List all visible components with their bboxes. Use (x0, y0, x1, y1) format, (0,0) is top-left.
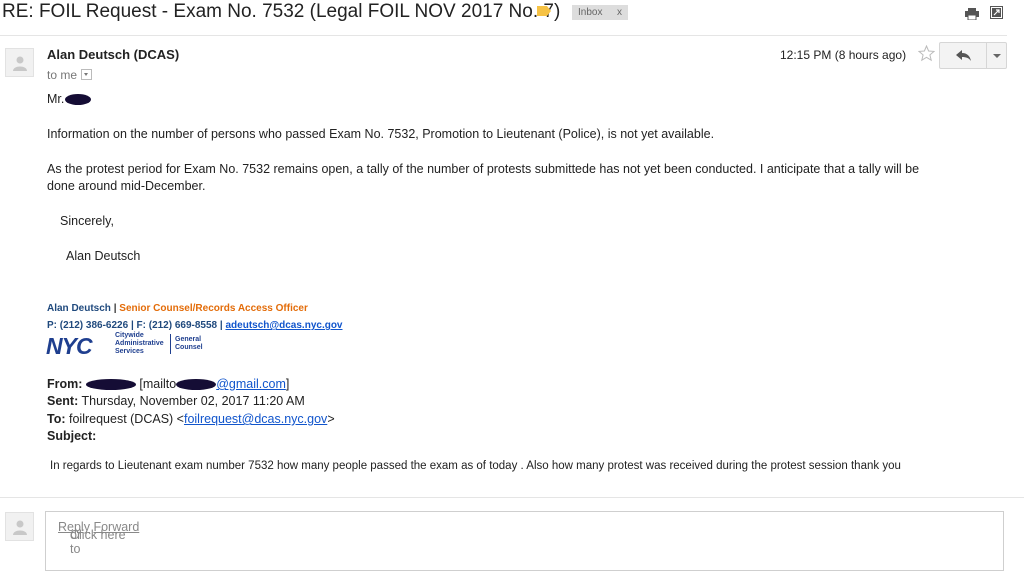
signature-phones: P: (212) 386-6226 | F: (212) 669-8558 | (47, 320, 223, 331)
to-label: To: (47, 412, 66, 426)
signature-email-link[interactable]: adeutsch@dcas.nyc.gov (225, 320, 342, 331)
logo-agency-line-3: Services (115, 348, 144, 355)
message-time: 12:15 PM (8 hours ago) (780, 48, 907, 62)
reply-box[interactable]: Click here to Reply or Forward (45, 511, 1004, 571)
logo-agency-line-1: Citywide (115, 332, 144, 339)
sender-avatar[interactable] (5, 48, 34, 77)
star-icon[interactable] (918, 45, 935, 62)
subject-bar: RE: FOIL Request - Exam No. 7532 (Legal … (0, 0, 1024, 34)
reply-button[interactable] (939, 42, 987, 69)
sent-value: Thursday, November 02, 2017 11:20 AM (81, 394, 305, 408)
sender-name[interactable]: Alan Deutsch (DCAS) (47, 47, 179, 62)
recipient-text: to me (47, 68, 78, 82)
signature-name-line: Alan Deutsch | Senior Counsel/Records Ac… (47, 303, 308, 314)
greeting-text: Mr. (47, 92, 65, 106)
logo-agency-line-2: Administrative (115, 340, 164, 347)
to-suffix: > (327, 412, 335, 426)
remove-label-button[interactable]: x (617, 5, 622, 20)
thread-subject: RE: FOIL Request - Exam No. 7532 (Legal … (2, 1, 561, 22)
quoted-from-line: From: [mailto @gmail.com] (47, 377, 289, 391)
quoted-sent-line: Sent: Thursday, November 02, 2017 11:20 … (47, 394, 305, 408)
print-icon[interactable] (965, 8, 979, 20)
reply-divider (0, 497, 1024, 498)
sender-email-link[interactable]: @gmail.com (216, 377, 286, 391)
recipient-details[interactable]: to me (47, 68, 93, 82)
paragraph-1: Information on the number of persons who… (47, 127, 715, 141)
quoted-subject-line: Subject: (47, 429, 96, 443)
mailto-suffix: ] (285, 377, 290, 391)
logo-divider (170, 334, 171, 354)
logo-agency-name: Citywide Administrative Services (115, 332, 164, 356)
subject-label: Subject: (47, 429, 97, 443)
important-label-icon[interactable] (537, 6, 551, 16)
paragraph-2-line-1: As the protest period for Exam No. 7532 … (47, 162, 920, 176)
show-details-icon[interactable] (81, 69, 93, 81)
logo-office-line-1: General (175, 336, 202, 343)
header-divider (0, 35, 1007, 36)
redaction-mark (65, 94, 92, 106)
signature-separator: | (113, 303, 117, 314)
signoff-name: Alan Deutsch (66, 249, 141, 263)
from-label: From: (47, 377, 83, 391)
closing-text: Sincerely, (60, 214, 114, 228)
signature-title: Senior Counsel/Records Access Officer (119, 303, 308, 314)
logo-office-line-2: Counsel (175, 344, 203, 351)
my-avatar (5, 512, 34, 541)
person-icon (13, 56, 27, 71)
reply-prompt: Click here to Reply or Forward (58, 520, 139, 556)
inbox-label-chip[interactable]: Inbox x (572, 5, 628, 20)
person-icon (13, 520, 27, 535)
signature-name: Alan Deutsch (47, 303, 111, 314)
redaction-mark (176, 379, 217, 391)
logo-office-name: General Counsel (175, 336, 203, 352)
to-value: foilrequest (DCAS) < (69, 412, 184, 426)
more-options-button[interactable] (986, 42, 1007, 69)
quoted-message-body: In regards to Lieutenant exam number 753… (50, 460, 901, 472)
reply-arrow-icon (956, 50, 971, 61)
sent-label: Sent: (47, 394, 79, 408)
inbox-label-text: Inbox (578, 7, 603, 18)
reply-prompt-or: or (70, 528, 82, 542)
quoted-to-line: To: foilrequest (DCAS) <foilrequest@dcas… (47, 412, 335, 426)
nyc-dcas-logo: NYC Citywide Administrative Services Gen… (46, 331, 226, 359)
redaction-mark (85, 379, 136, 391)
paragraph-2-line-2: done around mid-December. (47, 179, 206, 193)
mailto-prefix: [mailto (139, 377, 177, 391)
nyc-logo-word: NYC (46, 333, 93, 359)
signature-contact-line: P: (212) 386-6226 | F: (212) 669-8558 | … (47, 320, 343, 331)
greeting-line: Mr. (47, 91, 92, 108)
new-window-icon[interactable] (990, 6, 1003, 19)
to-email-link[interactable]: foilrequest@dcas.nyc.gov (184, 412, 327, 426)
